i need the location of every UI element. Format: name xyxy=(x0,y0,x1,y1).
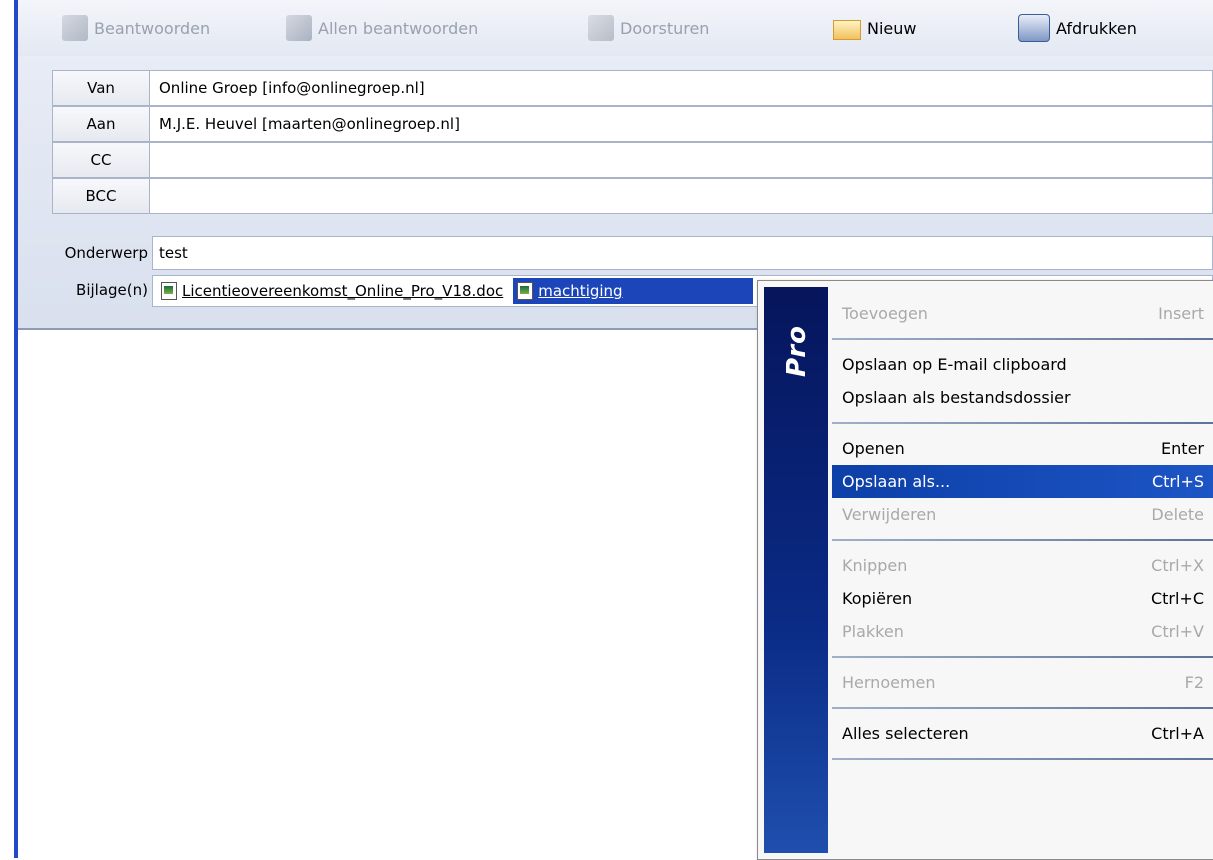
reply-label: Beantwoorden xyxy=(94,18,211,38)
new-label: Nieuw xyxy=(867,18,917,38)
menu-separator xyxy=(832,707,1213,709)
menu-item-copy[interactable]: Kopiëren Ctrl+C xyxy=(832,582,1213,615)
document-icon xyxy=(161,282,177,300)
menu-item-save-clipboard[interactable]: Opslaan op E-mail clipboard xyxy=(832,348,1213,381)
menu-item-save-dossier[interactable]: Opslaan als bestandsdossier xyxy=(832,381,1213,414)
printer-icon xyxy=(1018,14,1050,42)
to-row: Aan M.J.E. Heuvel [maarten@onlinegroep.n… xyxy=(52,106,1213,142)
print-label: Afdrukken xyxy=(1056,18,1137,38)
reply-icon xyxy=(62,15,88,41)
image-file-icon xyxy=(517,282,534,300)
menu-item-label: Openen xyxy=(842,439,905,458)
menu-item-insert[interactable]: Toevoegen Insert xyxy=(832,297,1213,330)
menu-item-label: Alles selecteren xyxy=(842,724,969,743)
menu-item-select-all[interactable]: Alles selecteren Ctrl+A xyxy=(832,717,1213,750)
from-row: Van Online Groep [info@onlinegroep.nl] xyxy=(52,70,1213,106)
menu-item-open[interactable]: Openen Enter xyxy=(832,432,1213,465)
print-button[interactable]: Afdrukken xyxy=(1018,12,1137,44)
menu-item-shortcut: Ctrl+X xyxy=(1151,556,1204,575)
bcc-label[interactable]: BCC xyxy=(52,178,150,214)
menu-item-label: Kopiëren xyxy=(842,589,913,608)
reply-all-label: Allen beantwoorden xyxy=(318,18,479,38)
menu-item-shortcut: F2 xyxy=(1184,673,1204,692)
menu-separator xyxy=(832,656,1213,658)
menu-item-label: Verwijderen xyxy=(842,505,937,524)
reply-all-button[interactable]: Allen beantwoorden xyxy=(286,12,478,44)
menu-item-rename[interactable]: Hernoemen F2 xyxy=(832,666,1213,699)
menu-item-label: Opslaan als bestandsdossier xyxy=(842,388,1071,407)
menu-item-shortcut: Enter xyxy=(1161,439,1204,458)
window-left-edge xyxy=(0,0,18,858)
reply-button[interactable]: Beantwoorden xyxy=(62,12,210,44)
cc-label[interactable]: CC xyxy=(52,142,150,178)
address-fields: Van Online Groep [info@onlinegroep.nl] A… xyxy=(52,70,1213,214)
subject-row: Onderwerp test xyxy=(18,236,1213,270)
forward-icon xyxy=(588,15,614,41)
bcc-row: BCC xyxy=(52,178,1213,214)
menu-item-label: Hernoemen xyxy=(842,673,936,692)
menu-brand-stripe: Pro xyxy=(764,287,828,853)
attachment-name: machtiging xyxy=(538,282,623,300)
menu-item-shortcut: Ctrl+A xyxy=(1151,724,1204,743)
menu-item-cut[interactable]: Knippen Ctrl+X xyxy=(832,549,1213,582)
menu-separator xyxy=(832,539,1213,541)
menu-item-label: Opslaan als... xyxy=(842,472,951,491)
menu-item-delete[interactable]: Verwijderen Delete xyxy=(832,498,1213,531)
forward-label: Doorsturen xyxy=(620,18,710,38)
menu-item-shortcut: Ctrl+C xyxy=(1150,589,1204,608)
menu-item-shortcut: Delete xyxy=(1151,505,1204,524)
to-label[interactable]: Aan xyxy=(52,106,150,142)
to-field[interactable]: M.J.E. Heuvel [maarten@onlinegroep.nl] xyxy=(150,106,1213,142)
menu-separator xyxy=(832,758,1213,760)
menu-separator xyxy=(832,422,1213,424)
menu-separator xyxy=(832,338,1213,340)
cc-field[interactable] xyxy=(150,142,1213,178)
brand-logo: Pro xyxy=(782,325,812,377)
attachment-name: Licentieovereenkomst_Online_Pro_V18.doc xyxy=(182,282,504,300)
menu-item-label: Knippen xyxy=(842,556,908,575)
menu-item-save-as[interactable]: Opslaan als... Ctrl+S xyxy=(832,465,1213,498)
reply-all-icon xyxy=(286,15,312,41)
attachment-item[interactable]: Licentieovereenkomst_Online_Pro_V18.doc xyxy=(157,278,507,304)
menu-item-label: Opslaan op E-mail clipboard xyxy=(842,355,1067,374)
subject-label: Onderwerp xyxy=(64,244,148,262)
bcc-field[interactable] xyxy=(150,178,1213,214)
attachment-item-selected[interactable]: machtiging xyxy=(513,278,753,304)
subject-field[interactable]: test xyxy=(152,236,1213,270)
menu-item-shortcut: Ctrl+V xyxy=(1151,622,1204,641)
toolbar: Beantwoorden Allen beantwoorden Doorstur… xyxy=(18,0,1213,56)
menu-item-paste[interactable]: Plakken Ctrl+V xyxy=(832,615,1213,648)
forward-button[interactable]: Doorsturen xyxy=(588,12,709,44)
envelope-icon xyxy=(833,20,861,40)
new-button[interactable]: Nieuw xyxy=(833,12,916,44)
attachments-label: Bijlage(n) xyxy=(76,281,148,299)
menu-item-shortcut: Ctrl+S xyxy=(1151,472,1204,491)
menu-item-shortcut: Insert xyxy=(1158,304,1204,323)
from-field[interactable]: Online Groep [info@onlinegroep.nl] xyxy=(150,70,1213,106)
menu-item-label: Plakken xyxy=(842,622,904,641)
context-menu: Pro Toevoegen Insert Opslaan op E-mail c… xyxy=(757,280,1213,860)
from-label[interactable]: Van xyxy=(52,70,150,106)
menu-item-label: Toevoegen xyxy=(842,304,928,323)
menu-items: Toevoegen Insert Opslaan op E-mail clipb… xyxy=(832,297,1213,768)
cc-row: CC xyxy=(52,142,1213,178)
